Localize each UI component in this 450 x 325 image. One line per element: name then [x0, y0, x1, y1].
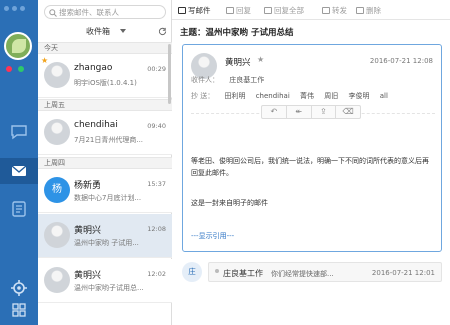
list-item[interactable]: chendihai 09:40 7月21日青州代理商... [38, 111, 172, 155]
mail-body-paragraph: 这是一封来自明子的邮件 [191, 199, 268, 207]
to-label: 收件人： [191, 76, 219, 84]
bullet-icon [215, 269, 219, 273]
avatar [44, 267, 70, 293]
settings-icon[interactable] [9, 278, 29, 298]
mail-time: 09:40 [147, 122, 166, 130]
thread-reply-row[interactable]: 庄 庄良基工作 你们经常提快速部... 2016-07-21 12:01 [182, 262, 442, 284]
reply-date: 2016-07-21 12:01 [371, 269, 435, 277]
mail-body-paragraph: 等老田、俊明回公司后，我们统一说法，明确一下不同的词所代表的意义后再回复此邮件。 [191, 157, 429, 177]
delete-button[interactable]: 删除 [356, 5, 381, 16]
reading-pane: 写邮件 回复 回复全部 转发 删除 主题：温州中家哟 子试用总结 黄明兴 ★ 2… [172, 0, 450, 325]
list-item[interactable]: ★ zhangao 00:29 明宇iOS版(1.0.4.1) [38, 54, 172, 98]
reply-all-button[interactable]: 回复全部 [264, 5, 304, 16]
status-dot-red [6, 66, 12, 72]
cc-label: 抄 送： [191, 92, 215, 100]
mail-time: 12:02 [147, 270, 166, 278]
message-card: 黄明兴 ★ 2016-07-21 12:08 收件人： 庄良基工作 抄 送： 田… [182, 44, 442, 252]
scrollbar[interactable] [168, 44, 171, 104]
reply-sender: 庄良基工作 [223, 269, 263, 278]
trash-icon[interactable]: ⌫ [336, 106, 360, 118]
reply-summary[interactable]: 庄良基工作 你们经常提快速部... 2016-07-21 12:01 [208, 262, 442, 282]
sender-name: chendihai [74, 120, 118, 130]
reply-button[interactable]: 回复 [226, 5, 251, 16]
notebook-icon[interactable] [9, 199, 29, 219]
sender-name: 杨新勇 [74, 181, 102, 191]
compose-icon [178, 7, 186, 14]
trash-icon [356, 7, 364, 14]
status-dot-green [18, 66, 24, 72]
mail-time: 15:37 [147, 180, 166, 188]
forward-button[interactable]: 转发 [322, 5, 347, 16]
mail-preview: 数据中心7月底计划... [74, 194, 142, 202]
group-header: 上周五 [38, 99, 172, 111]
list-item[interactable]: 黄明兴 12:02 温州中家哟子试用总... [38, 259, 172, 303]
forward-icon[interactable]: ⇪ [312, 106, 337, 118]
refresh-icon[interactable] [158, 27, 167, 36]
left-rail [0, 0, 38, 325]
avatar [44, 119, 70, 145]
mail-time: 00:29 [147, 65, 166, 73]
reply-icon[interactable]: ↶ [262, 106, 287, 118]
reply-preview: 你们经常提快速部... [271, 270, 334, 278]
list-item-selected[interactable]: 黄明兴 12:08 温州中家哟 子试用... [38, 214, 172, 258]
group-header: 上周四 [38, 157, 172, 169]
sender-name: 黄明兴 [74, 226, 102, 236]
cc-recipient[interactable]: chendihai [256, 92, 290, 100]
mail-date: 2016-07-21 12:08 [369, 57, 433, 65]
cc-row: 抄 送： 田利明 chendihai 菁伟 周旧 李俊明 all [191, 91, 396, 101]
cc-recipient[interactable]: 李俊明 [349, 92, 370, 100]
toolbar: 写邮件 回复 回复全部 转发 删除 [172, 0, 450, 20]
forward-icon [322, 7, 330, 14]
message-actions: ↶ ↞ ⇪ ⌫ [261, 105, 361, 119]
search-icon [49, 9, 57, 17]
status-dots [6, 66, 24, 72]
avatar [44, 222, 70, 248]
mail-list-panel: 搜索邮件、联系人 收件箱 今天 ★ zhangao 00:29 明宇iOS版(1… [38, 0, 172, 325]
reply-all-icon [264, 7, 272, 14]
star-icon[interactable]: ★ [41, 56, 48, 65]
mail-preview: 温州中家哟 子试用... [74, 239, 139, 247]
user-avatar[interactable] [4, 32, 32, 60]
avatar: 杨 [44, 177, 70, 203]
folder-header: 收件箱 [38, 24, 172, 40]
chevron-down-icon[interactable] [120, 29, 126, 33]
search-input[interactable]: 搜索邮件、联系人 [44, 5, 166, 19]
cc-recipient[interactable]: 周旧 [324, 92, 338, 100]
cc-recipient[interactable]: 菁伟 [300, 92, 314, 100]
recipient[interactable]: 庄良基工作 [229, 76, 264, 84]
folder-selector[interactable]: 收件箱 [86, 26, 110, 37]
list-item[interactable]: 杨 杨新勇 15:37 数据中心7月底计划... [38, 169, 172, 213]
avatar [44, 62, 70, 88]
show-quote-link[interactable]: ---显示引用--- [191, 231, 234, 241]
avatar: 庄 [182, 262, 202, 282]
recipients-row: 收件人： 庄良基工作 [191, 75, 272, 85]
star-icon[interactable]: ★ [257, 55, 264, 64]
mail-preview: 明宇iOS版(1.0.4.1) [74, 79, 137, 87]
cc-recipient[interactable]: 田利明 [224, 92, 245, 100]
search-placeholder: 搜索邮件、联系人 [59, 8, 119, 17]
mail-icon[interactable] [9, 161, 29, 181]
sender-name: zhangao [74, 63, 113, 73]
sender-name[interactable]: 黄明兴 [225, 56, 251, 68]
grid-icon[interactable] [9, 300, 29, 320]
sender-name: 黄明兴 [74, 271, 102, 281]
chat-bubble-icon[interactable] [9, 122, 29, 142]
group-header: 今天 [38, 42, 172, 54]
write-button[interactable]: 写邮件 [178, 5, 211, 16]
mail-time: 12:08 [147, 225, 166, 233]
mail-preview: 7月21日青州代理商... [74, 136, 144, 144]
reply-all-icon[interactable]: ↞ [287, 106, 312, 118]
cc-recipient[interactable]: all [380, 92, 388, 100]
mail-subject: 主题：温州中家哟 子试用总结 [180, 28, 294, 38]
window-controls[interactable] [4, 6, 25, 11]
mail-preview: 温州中家哟子试用总... [74, 284, 144, 292]
reply-icon [226, 7, 234, 14]
